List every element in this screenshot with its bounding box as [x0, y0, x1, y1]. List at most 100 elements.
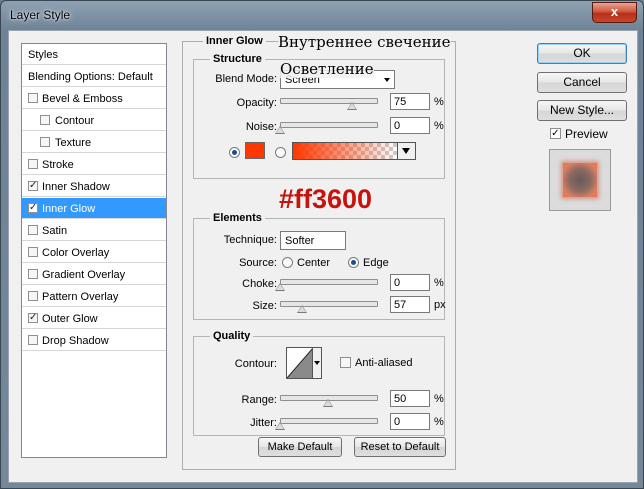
- gradient-radio[interactable]: [275, 147, 286, 158]
- styles-list-item[interactable]: ✓ Outer Glow: [22, 308, 166, 329]
- style-checkbox[interactable]: [40, 137, 50, 147]
- ok-button[interactable]: OK: [537, 43, 627, 64]
- contour-dropdown-button[interactable]: [312, 348, 321, 378]
- technique-select[interactable]: Softer: [280, 231, 346, 250]
- quality-title: Quality: [210, 330, 254, 342]
- preview-checkbox[interactable]: ✓: [550, 128, 561, 139]
- styles-list-item-label: Contour: [55, 115, 95, 127]
- style-checkbox[interactable]: [28, 269, 38, 279]
- close-icon: x: [610, 4, 619, 19]
- styles-list-item[interactable]: ✓ Inner Glow: [22, 198, 166, 219]
- styles-list-item[interactable]: Styles: [22, 44, 166, 65]
- cancel-button[interactable]: Cancel: [537, 72, 627, 93]
- jitter-unit: %: [434, 416, 444, 428]
- noise-input[interactable]: 0: [390, 117, 430, 134]
- range-slider-thumb[interactable]: [323, 399, 333, 407]
- style-checkbox[interactable]: [40, 115, 50, 125]
- styles-list-item-label: Color Overlay: [42, 247, 110, 259]
- styles-list-item[interactable]: Drop Shadow: [22, 330, 166, 351]
- style-checkbox[interactable]: [28, 247, 38, 257]
- choke-unit: %: [434, 277, 444, 289]
- technique-value: Softer: [285, 235, 315, 247]
- style-checkbox[interactable]: [28, 225, 38, 235]
- styles-list-item[interactable]: Bevel & Emboss: [22, 88, 166, 109]
- style-checkbox[interactable]: ✓: [28, 181, 38, 191]
- noise-slider[interactable]: [280, 122, 378, 128]
- contour-label: Contour:: [234, 358, 277, 370]
- checkbox-check-icon: ✓: [551, 128, 560, 139]
- solid-color-radio[interactable]: [229, 147, 240, 158]
- reset-to-default-button[interactable]: Reset to Default: [354, 437, 446, 457]
- make-default-button[interactable]: Make Default: [258, 437, 342, 457]
- noise-slider-thumb[interactable]: [275, 126, 285, 134]
- opacity-slider-thumb[interactable]: [347, 102, 357, 110]
- style-checkbox[interactable]: [28, 291, 38, 301]
- style-preview-thumbnail: [549, 149, 611, 211]
- title-bar[interactable]: Layer Style x: [1, 1, 643, 29]
- styles-list-item[interactable]: Satin: [22, 220, 166, 241]
- styles-list-item-label: Inner Glow: [42, 203, 96, 215]
- technique-label: Technique:: [223, 234, 277, 246]
- gradient-swatch[interactable]: [292, 142, 416, 160]
- style-checkbox[interactable]: [28, 93, 38, 103]
- range-input[interactable]: 50: [390, 390, 430, 407]
- window-title: Layer Style: [10, 8, 71, 22]
- checkbox-check-icon: ✓: [29, 202, 38, 213]
- styles-list-item-label: Outer Glow: [42, 313, 98, 325]
- source-edge-radio[interactable]: [348, 257, 359, 268]
- size-unit: px: [434, 299, 446, 311]
- preview-swatch: [563, 163, 597, 197]
- checkbox-check-icon: ✓: [29, 312, 38, 323]
- annotation-inner-glow-ru: Внутреннее свечение: [278, 33, 451, 51]
- gradient-dropdown-button[interactable]: [397, 143, 415, 159]
- styles-list-item-label: Drop Shadow: [42, 335, 109, 347]
- glow-color-swatch[interactable]: [245, 142, 265, 159]
- choke-input[interactable]: 0: [390, 274, 430, 291]
- gradient-fill: [293, 143, 397, 159]
- opacity-label: Opacity:: [236, 97, 277, 109]
- styles-list-item-label: Inner Shadow: [42, 181, 110, 193]
- jitter-input[interactable]: 0: [390, 413, 430, 430]
- structure-title: Structure: [210, 53, 265, 65]
- close-button[interactable]: x: [592, 2, 637, 23]
- styles-list-item[interactable]: Stroke: [22, 154, 166, 175]
- contour-picker[interactable]: [286, 347, 322, 379]
- styles-list-item[interactable]: Gradient Overlay: [22, 264, 166, 285]
- size-input[interactable]: 57: [390, 296, 430, 313]
- styles-list-item-label: Gradient Overlay: [42, 269, 126, 281]
- noise-unit: %: [434, 120, 444, 132]
- size-slider[interactable]: [280, 301, 378, 307]
- styles-list-item-label: Pattern Overlay: [42, 291, 119, 303]
- styles-list-item[interactable]: Contour: [22, 110, 166, 131]
- jitter-slider[interactable]: [280, 418, 378, 424]
- dropdown-arrow-icon: [402, 148, 410, 154]
- source-center-radio[interactable]: [282, 257, 293, 268]
- styles-list-item[interactable]: Texture: [22, 132, 166, 153]
- range-label: Range:: [241, 394, 277, 406]
- jitter-slider-thumb[interactable]: [275, 422, 285, 430]
- new-style-button[interactable]: New Style...: [537, 100, 627, 121]
- choke-slider-thumb[interactable]: [275, 283, 285, 291]
- source-center-label: Center: [297, 257, 331, 269]
- choke-slider[interactable]: [280, 279, 378, 285]
- styles-list-item[interactable]: ✓ Inner Shadow: [22, 176, 166, 197]
- anti-aliased-checkbox[interactable]: [340, 357, 351, 368]
- styles-list-item[interactable]: Blending Options: Default: [22, 66, 166, 87]
- opacity-slider[interactable]: [280, 98, 378, 104]
- range-unit: %: [434, 393, 444, 405]
- styles-list-item-label: Styles: [28, 49, 58, 61]
- style-checkbox[interactable]: [28, 335, 38, 345]
- style-checkbox[interactable]: [28, 159, 38, 169]
- jitter-label: Jitter:: [250, 417, 277, 429]
- style-checkbox[interactable]: ✓: [28, 203, 38, 213]
- opacity-input[interactable]: 75: [390, 93, 430, 110]
- dialog-client: Styles Blending Options: Default Bevel & E…: [8, 30, 638, 483]
- styles-list: Styles Blending Options: Default Bevel & E…: [21, 43, 167, 458]
- annotation-screen-ru: Осветление: [280, 60, 374, 78]
- styles-list-item[interactable]: Color Overlay: [22, 242, 166, 263]
- styles-list-item[interactable]: Pattern Overlay: [22, 286, 166, 307]
- size-slider-thumb[interactable]: [297, 305, 308, 313]
- panel-title: Inner Glow: [203, 35, 266, 47]
- style-checkbox[interactable]: ✓: [28, 313, 38, 323]
- styles-list-item-label: Texture: [55, 137, 92, 149]
